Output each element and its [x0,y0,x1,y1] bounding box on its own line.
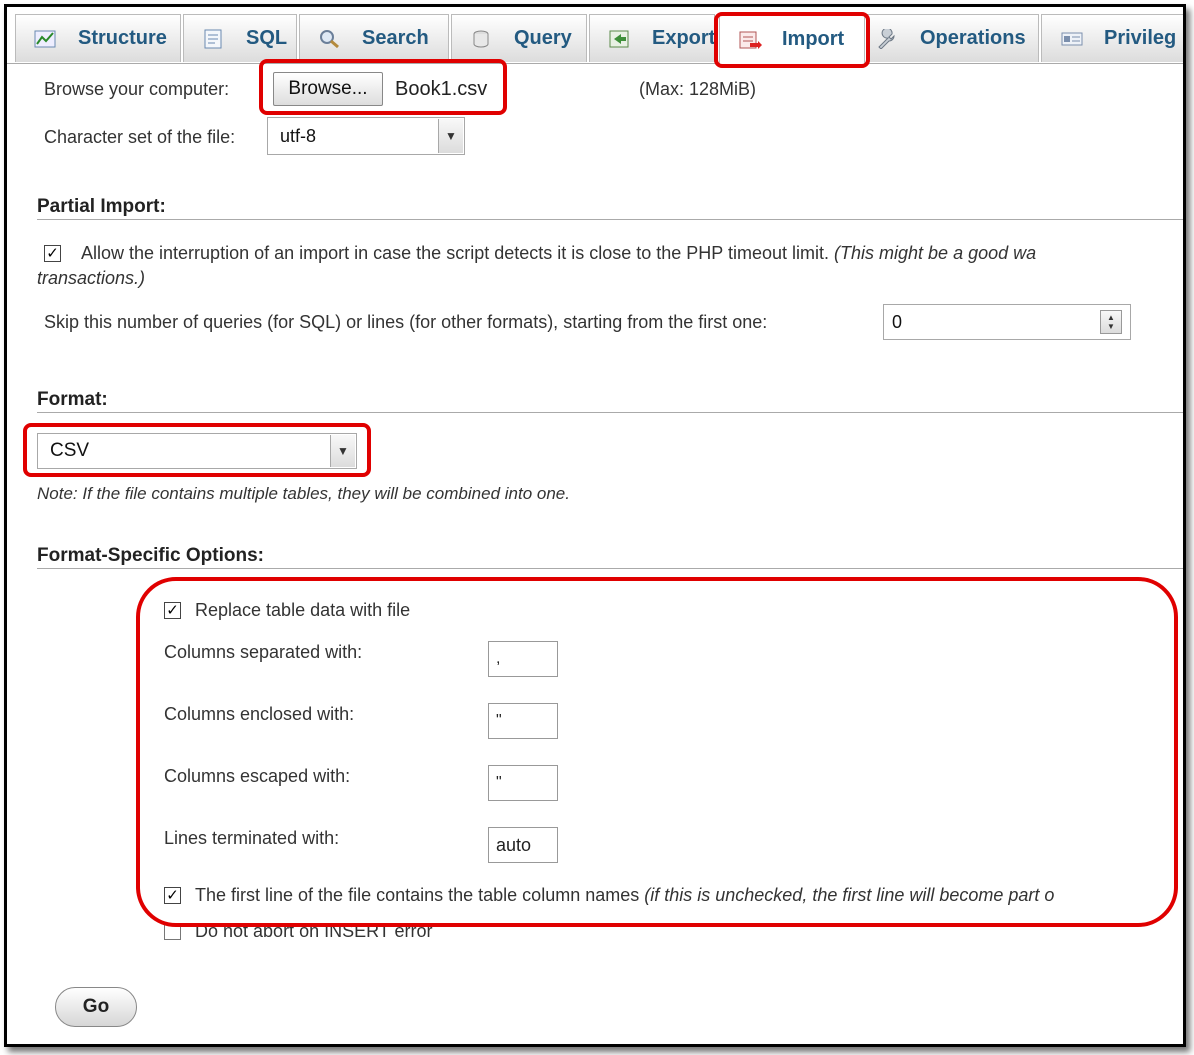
first-line-names-checkbox[interactable]: ✓ [164,887,181,904]
browse-label: Browse your computer: [44,79,230,99]
tab-label: Search [362,27,429,49]
enclosed-label: Columns enclosed with: [164,704,355,724]
divider [37,219,1183,220]
enclosed-input[interactable]: " [488,703,558,739]
go-button[interactable]: Go [55,987,137,1027]
structure-icon [34,29,58,49]
privileges-icon [1060,29,1084,49]
allow-interrupt-checkbox[interactable]: ✓ [44,245,61,262]
tab-label: Query [514,27,572,49]
tab-operations[interactable]: Operations [867,14,1039,62]
export-icon [608,29,632,49]
tab-privileges[interactable]: Privileg [1041,14,1183,62]
no-abort-label: Do not abort on INSERT error [195,921,433,941]
chevron-down-icon: ▼ [438,119,463,153]
tab-structure[interactable]: Structure [15,14,181,62]
wrench-icon [876,27,900,50]
tab-query[interactable]: Query [451,14,587,62]
search-icon [318,29,342,49]
charset-value: utf-8 [280,125,317,146]
options-highlight [136,577,1178,927]
tab-sql[interactable]: SQL [183,14,297,62]
tab-import[interactable]: Import [719,14,865,64]
browse-button[interactable]: Browse... [273,72,383,106]
escaped-input[interactable]: " [488,765,558,801]
format-value: CSV [50,440,90,461]
tab-label: Export [652,27,716,49]
charset-label: Character set of the file: [44,127,236,147]
replace-data-label: Replace table data with file [195,600,411,620]
sql-icon [202,29,226,49]
allow-interrupt-label: Allow the interruption of an import in c… [81,243,1037,263]
tab-export[interactable]: Export [589,14,715,62]
charset-select[interactable]: utf-8 ▼ [267,117,465,155]
max-size: (Max: 128MiB) [639,79,757,99]
tab-bar: Structure SQL Search Query Export Import… [7,7,1183,64]
spinner-icon[interactable]: ▲ ▼ [1100,310,1122,334]
no-abort-checkbox[interactable] [164,923,181,940]
divider [37,568,1183,569]
tab-search[interactable]: Search [299,14,449,62]
lines-terminated-input[interactable]: auto [488,827,558,863]
divider [37,412,1183,413]
escaped-label: Columns escaped with: [164,766,351,786]
tab-label: Structure [78,27,167,49]
separated-input[interactable]: , [488,641,558,677]
tab-label: Import [782,28,845,50]
tab-label: Privileg [1104,27,1177,49]
import-icon [738,30,762,50]
first-line-names-label: The first line of the file contains the … [195,885,1055,905]
chevron-down-icon: ▼ [330,435,355,467]
format-note: Note: If the file contains multiple tabl… [37,484,570,503]
skip-queries-input[interactable]: 0 ▲ ▼ [883,304,1131,340]
partial-import-title: Partial Import: [37,196,166,217]
format-select[interactable]: CSV ▼ [37,433,357,469]
query-icon [470,29,494,49]
tab-label: SQL [246,27,288,49]
format-title: Format: [37,389,108,410]
import-page: Structure SQL Search Query Export Import… [4,4,1186,1047]
skip-label: Skip this number of queries (for SQL) or… [44,312,768,332]
lines-terminated-label: Lines terminated with: [164,828,340,848]
replace-data-checkbox[interactable]: ✓ [164,602,181,619]
allow-interrupt-note: transactions.) [37,268,146,288]
tab-label: Operations [920,27,1026,49]
skip-value: 0 [892,311,903,332]
format-options-title: Format-Specific Options: [37,545,264,566]
selected-filename: Book1.csv [395,78,488,100]
separated-label: Columns separated with: [164,642,363,662]
